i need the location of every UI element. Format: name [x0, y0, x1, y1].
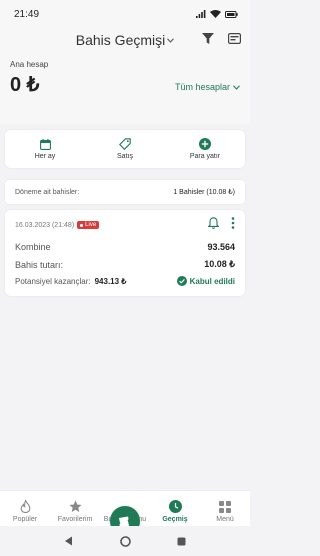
quick-actions: Her ay Satış Para yatır — [5, 130, 245, 168]
grid-icon — [219, 501, 231, 513]
signal-icon — [196, 10, 206, 18]
potential-row: Potansiyel kazançlar: 943.13 ₺ Kabul edi… — [15, 276, 235, 286]
calendar-icon — [39, 138, 51, 150]
nav-popular-label: Popüler — [12, 516, 38, 523]
live-badge-label: Live — [85, 222, 97, 228]
bell-icon[interactable] — [207, 216, 220, 234]
period-summary: Döneme ait bahisler: 1 Bahisler (10.08 ₺… — [5, 180, 245, 204]
deposit-action-label: Para yatır — [189, 153, 221, 160]
nav-popular[interactable]: Popüler — [0, 500, 50, 523]
nav-history[interactable]: Geçmiş — [150, 500, 200, 523]
app-header: Bahis Geçmişi — [0, 28, 250, 52]
account-label: Ana hesap — [10, 60, 49, 69]
more-options-icon[interactable] — [231, 216, 235, 234]
battery-icon — [225, 10, 238, 18]
filter-icon[interactable] — [200, 30, 216, 46]
wallet-icon[interactable] — [226, 30, 242, 46]
monthly-action-button[interactable]: Her ay — [10, 138, 80, 160]
nav-favorites[interactable]: Favorilerim — [50, 500, 100, 523]
bet-status-label: Kabul edildi — [189, 276, 235, 286]
nav-favorites-label: Favorilerim — [57, 516, 93, 523]
back-icon[interactable] — [64, 536, 74, 546]
accounts-dropdown-label: Tüm hesaplar — [174, 82, 230, 92]
live-dot-icon — [80, 223, 84, 227]
sale-action-button[interactable]: Satış — [90, 138, 160, 160]
accounts-dropdown[interactable]: Tüm hesaplar — [175, 82, 240, 92]
stake-value: 10.08 ₺ — [204, 259, 235, 269]
wifi-icon — [210, 10, 221, 18]
star-icon — [68, 500, 82, 512]
chevron-down-icon — [233, 84, 240, 90]
page-title-dropdown[interactable]: Bahis Geçmişi — [75, 32, 175, 48]
nav-history-label: Geçmiş — [162, 516, 188, 523]
stake-label: Bahis tutarı: — [15, 259, 64, 270]
nav-menu[interactable]: Menü — [200, 501, 250, 523]
live-badge: Live — [77, 221, 100, 229]
sale-action-label: Satış — [117, 153, 133, 160]
home-icon[interactable] — [120, 535, 131, 547]
deposit-action-button[interactable]: Para yatır — [170, 138, 240, 160]
bottom-nav: Popüler Favorilerim Bahis kuponu Geçmiş … — [0, 490, 250, 536]
stake-row: Bahis tutarı: 10.08 ₺ — [15, 259, 235, 270]
bet-card[interactable]: 16.03.2023 (21:48) Live Kombine 93.564 B… — [5, 210, 245, 296]
account-section: Ana hesap 0 ₺ Tüm hesaplar — [0, 52, 250, 124]
status-time: 21:49 — [14, 8, 40, 20]
nav-betslip[interactable]: Bahis kuponu — [100, 506, 150, 536]
bet-type-label: Kombine — [15, 242, 51, 252]
fire-icon — [20, 500, 30, 513]
status-icons — [196, 10, 238, 18]
potential-value: 943.13 ₺ — [94, 276, 127, 286]
bet-type-row: Kombine 93.564 — [15, 242, 235, 252]
bet-type-value: 93.564 — [207, 242, 235, 252]
nav-menu-label: Menü — [216, 516, 234, 523]
bet-status: Kabul edildi — [176, 276, 235, 286]
clock-icon — [168, 500, 182, 513]
status-bar: 21:49 — [0, 0, 250, 28]
tag-icon — [119, 138, 131, 150]
page-title: Bahis Geçmişi — [75, 32, 166, 48]
bet-date: 16.03.2023 (21:48) — [15, 221, 75, 229]
check-circle-icon — [176, 276, 187, 286]
period-summary-label: Döneme ait bahisler: — [15, 188, 80, 196]
monthly-action-label: Her ay — [34, 153, 56, 160]
period-summary-value: 1 Bahisler (10.08 ₺) — [173, 189, 235, 196]
ticket-icon — [119, 516, 129, 527]
plus-circle-icon — [199, 138, 211, 150]
recents-icon[interactable] — [177, 537, 186, 546]
potential-label: Potansiyel kazançlar: — [15, 276, 91, 286]
system-nav-bar — [0, 526, 250, 556]
chevron-down-icon — [167, 37, 175, 43]
